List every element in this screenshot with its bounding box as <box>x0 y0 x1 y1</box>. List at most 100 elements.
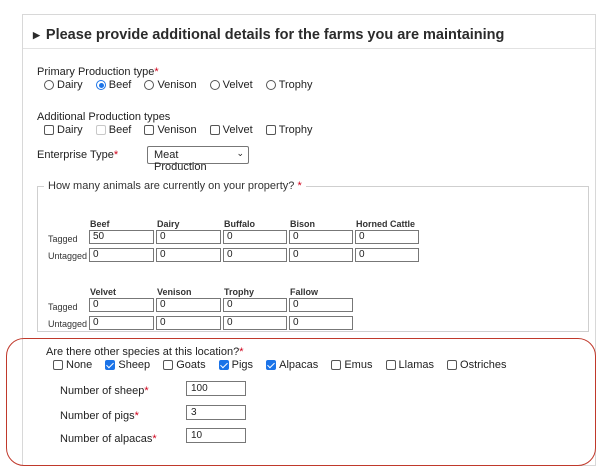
option-label: Ostriches <box>460 359 507 371</box>
additional-production-options: Dairy Beef Venison Velvet Trophy <box>44 124 323 138</box>
checkbox-icon[interactable] <box>331 360 342 370</box>
animals-legend: How many animals are currently on your p… <box>44 180 306 192</box>
col-header-fallow: Fallow <box>290 287 319 297</box>
col-header-venison: Venison <box>157 287 192 297</box>
animals-legend-text: How many animals are currently on your p… <box>48 180 295 192</box>
col-header-beef: Beef <box>90 219 110 229</box>
enterprise-type-value: Meat Production <box>154 149 207 173</box>
additional-option-beef: Beef <box>95 124 131 136</box>
required-mark: * <box>144 385 149 397</box>
option-label: Venison <box>157 79 197 91</box>
other-species-options: None Sheep Goats Pigs Alpacas Emus Llama… <box>53 359 517 373</box>
tagged-velvet-input[interactable]: 0 <box>89 298 154 312</box>
col-header-dairy: Dairy <box>157 219 180 229</box>
untagged-venison-input[interactable]: 0 <box>156 316 221 330</box>
untagged-velvet-input[interactable]: 0 <box>89 316 154 330</box>
checkbox-icon[interactable] <box>265 125 276 135</box>
species-option-goats[interactable]: Goats <box>163 359 206 371</box>
expand-triangle-icon[interactable]: ▶ <box>33 30 40 40</box>
species-option-none[interactable]: None <box>53 359 92 371</box>
row-label-untagged-2: Untagged <box>48 319 88 329</box>
checkbox-disabled-icon <box>95 125 106 135</box>
row-label-untagged: Untagged <box>48 251 88 261</box>
enterprise-type-select[interactable]: Meat Production ⌄ <box>147 146 249 173</box>
option-label: Goats <box>176 359 206 371</box>
number-of-pigs-input[interactable]: 3 <box>186 405 246 420</box>
tagged-dairy-input[interactable]: 0 <box>156 230 221 244</box>
checkbox-checked-icon[interactable] <box>218 360 229 370</box>
radio-icon[interactable] <box>265 80 276 90</box>
number-of-alpacas-input[interactable]: 10 <box>186 428 246 443</box>
required-mark: * <box>113 149 119 161</box>
primary-production-label-text: Primary Production type <box>37 66 155 78</box>
number-of-sheep-label: Number of sheep* <box>60 385 149 397</box>
required-mark: * <box>239 346 244 358</box>
number-of-sheep-label-text: Number of sheep <box>60 385 145 397</box>
checkbox-checked-icon[interactable] <box>105 360 116 370</box>
option-label: Beef <box>108 79 132 91</box>
species-option-ostriches[interactable]: Ostriches <box>447 359 507 371</box>
col-header-buffalo: Buffalo <box>224 219 255 229</box>
number-of-alpacas-label: Number of alpacas* <box>60 433 157 445</box>
tagged-horned-cattle-input[interactable]: 0 <box>355 230 419 244</box>
number-of-alpacas-label-text: Number of alpacas <box>60 433 153 445</box>
number-of-sheep-input[interactable]: 100 <box>186 381 246 396</box>
checkbox-icon[interactable] <box>385 360 396 370</box>
radio-selected-icon[interactable] <box>95 80 106 90</box>
untagged-trophy-input[interactable]: 0 <box>223 316 287 330</box>
checkbox-icon[interactable] <box>53 360 63 370</box>
tagged-bison-input[interactable]: 0 <box>289 230 353 244</box>
required-mark: * <box>297 180 302 192</box>
primary-production-options: Dairy Beef Venison Velvet Trophy <box>44 79 323 93</box>
untagged-beef-input[interactable]: 0 <box>89 248 154 262</box>
primary-option-dairy[interactable]: Dairy <box>44 79 83 91</box>
section-title: Please provide additional details for th… <box>45 27 505 43</box>
tagged-beef-input[interactable]: 50 <box>89 230 154 244</box>
tagged-trophy-input[interactable]: 0 <box>223 298 287 312</box>
option-label: None <box>66 359 93 371</box>
untagged-bison-input[interactable]: 0 <box>289 248 353 262</box>
primary-option-venison[interactable]: Venison <box>144 79 197 91</box>
untagged-fallow-input[interactable]: 0 <box>289 316 353 330</box>
col-header-trophy: Trophy <box>224 287 255 297</box>
checkbox-checked-icon[interactable] <box>266 360 277 370</box>
species-option-llamas[interactable]: Llamas <box>385 359 434 371</box>
option-label: Velvet <box>222 79 253 91</box>
additional-production-label: Additional Production types <box>37 111 171 123</box>
untagged-buffalo-input[interactable]: 0 <box>223 248 287 262</box>
radio-icon[interactable] <box>209 80 220 90</box>
additional-option-dairy[interactable]: Dairy <box>44 124 83 136</box>
section-header[interactable]: ▶ Please provide additional details for t… <box>23 15 595 49</box>
primary-option-trophy[interactable]: Trophy <box>265 79 313 91</box>
required-mark: * <box>152 433 157 445</box>
additional-option-trophy[interactable]: Trophy <box>265 124 313 136</box>
checkbox-icon[interactable] <box>447 360 458 370</box>
primary-option-beef[interactable]: Beef <box>95 79 132 91</box>
col-header-bison: Bison <box>290 219 316 229</box>
option-label: Pigs <box>231 359 254 371</box>
option-label: Emus <box>344 359 373 371</box>
species-option-alpacas[interactable]: Alpacas <box>266 359 318 371</box>
col-header-horned-cattle: Horned Cattle <box>356 219 416 229</box>
checkbox-icon[interactable] <box>44 125 54 135</box>
radio-icon[interactable] <box>144 80 155 90</box>
radio-icon[interactable] <box>44 80 54 90</box>
species-option-emus[interactable]: Emus <box>331 359 372 371</box>
primary-option-velvet[interactable]: Velvet <box>209 79 253 91</box>
required-mark: * <box>134 410 139 422</box>
option-label: Dairy <box>57 79 83 91</box>
species-option-pigs[interactable]: Pigs <box>218 359 254 371</box>
additional-option-venison[interactable]: Venison <box>144 124 197 136</box>
row-label-tagged: Tagged <box>48 234 78 244</box>
tagged-buffalo-input[interactable]: 0 <box>223 230 287 244</box>
checkbox-icon[interactable] <box>209 125 220 135</box>
option-label: Trophy <box>278 79 313 91</box>
tagged-venison-input[interactable]: 0 <box>156 298 221 312</box>
untagged-horned-cattle-input[interactable]: 0 <box>355 248 419 262</box>
additional-option-velvet[interactable]: Velvet <box>209 124 253 136</box>
checkbox-icon[interactable] <box>144 125 155 135</box>
tagged-fallow-input[interactable]: 0 <box>289 298 353 312</box>
untagged-dairy-input[interactable]: 0 <box>156 248 221 262</box>
checkbox-icon[interactable] <box>163 360 174 370</box>
species-option-sheep[interactable]: Sheep <box>105 359 150 371</box>
